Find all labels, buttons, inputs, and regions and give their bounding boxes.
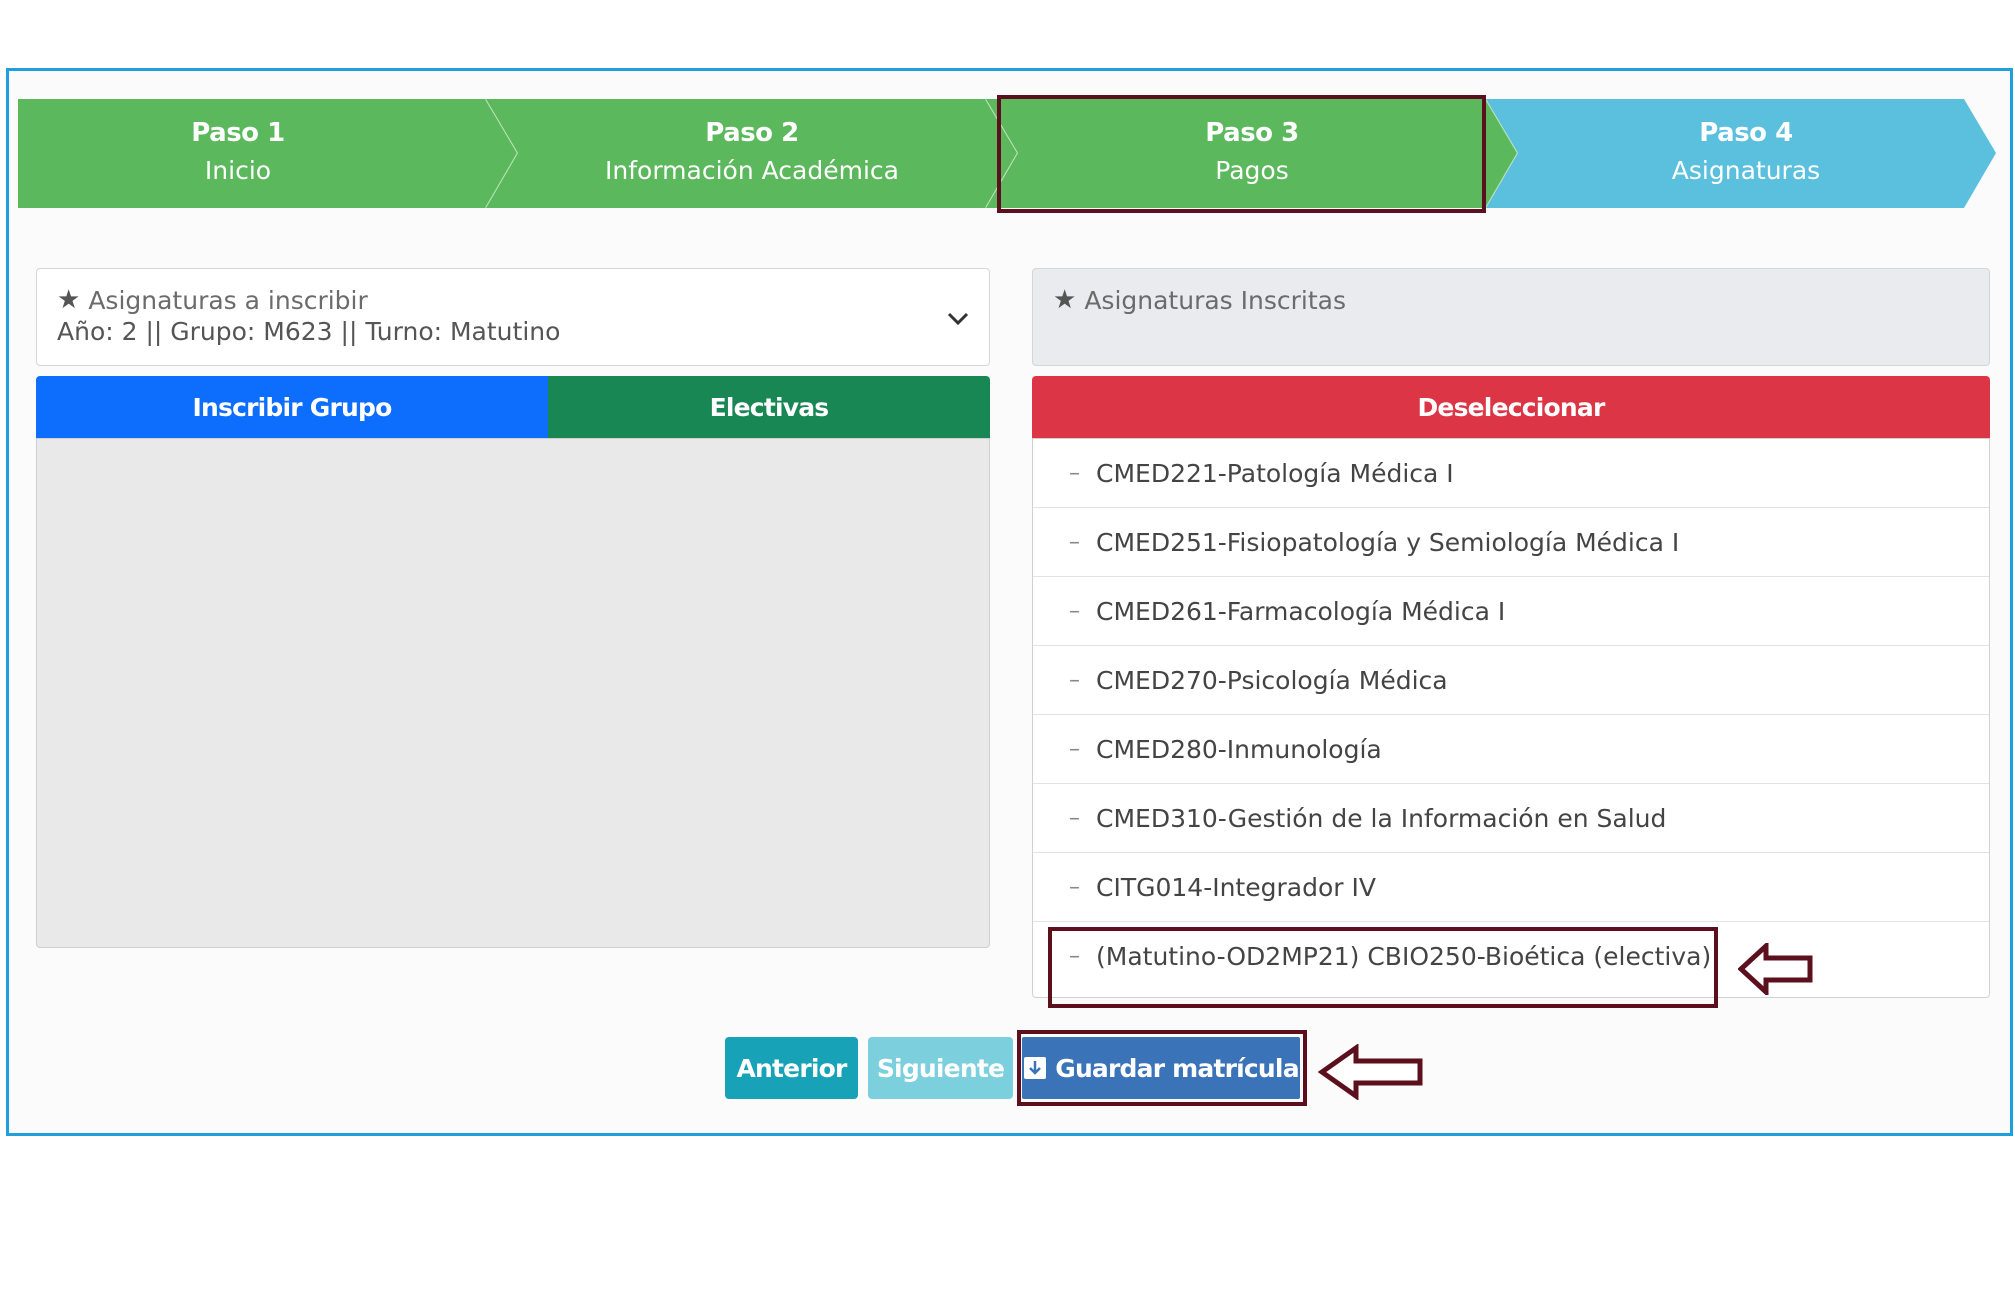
enrolled-subjects-list: – CMED221-Patología Médica I – CMED251-Fis… <box>1032 438 1990 998</box>
step-4[interactable]: Paso 4 Asignaturas <box>1486 99 2015 208</box>
asignaturas-a-inscribir-header[interactable]: ★ Asignaturas a inscribir Año: 2 || Grup… <box>36 268 990 366</box>
chevron-down-icon[interactable] <box>947 303 969 333</box>
panel-subtitle: Año: 2 || Grupo: M623 || Turno: Matutino <box>57 317 561 346</box>
step-subtitle: Asignaturas <box>1671 156 1821 185</box>
list-item[interactable]: – CMED280-Inmunología <box>1033 715 1989 784</box>
list-item[interactable]: – CMED270-Psicología Médica <box>1033 646 1989 715</box>
item-label: CMED261-Farmacología Médica I <box>1096 596 1506 626</box>
item-label: CMED251-Fisiopatología y Semiología Médi… <box>1096 527 1680 557</box>
step-2[interactable]: Paso 2 Información Académica <box>486 99 1018 208</box>
item-label: CMED270-Psicología Médica <box>1096 665 1448 695</box>
step-title: Paso 4 <box>1699 118 1793 148</box>
list-item[interactable]: – CMED251-Fisiopatología y Semiología Méd… <box>1033 508 1989 577</box>
step-subtitle: Inicio <box>204 156 272 185</box>
download-icon <box>1024 1057 1047 1079</box>
dash-icon: – <box>1069 529 1080 555</box>
item-label: CMED310-Gestión de la Información en Sal… <box>1096 803 1667 833</box>
dash-icon: – <box>1069 667 1080 693</box>
siguiente-button[interactable]: Siguiente <box>868 1037 1013 1099</box>
panel-title: Asignaturas a inscribir <box>88 285 368 315</box>
list-item-electiva[interactable]: – (Matutino-OD2MP21) CBIO250-Bioética (el… <box>1033 922 1989 991</box>
list-item[interactable]: – CITG014-Integrador IV <box>1033 853 1989 922</box>
list-item[interactable]: – CMED261-Farmacología Médica I <box>1033 577 1989 646</box>
item-label: CMED221-Patología Médica I <box>1096 458 1454 488</box>
step-3[interactable]: Paso 3 Pagos <box>986 99 1518 208</box>
step-subtitle: Información Académica <box>605 156 899 185</box>
guardar-label: Guardar matrícula <box>1055 1053 1299 1083</box>
asignaturas-inscritas-header: ★ Asignaturas Inscritas <box>1032 268 1990 366</box>
dash-icon: – <box>1069 805 1080 831</box>
deseleccionar-button[interactable]: Deseleccionar <box>1032 376 1990 438</box>
inscribir-grupo-button[interactable]: Inscribir Grupo <box>36 376 548 438</box>
dash-icon: – <box>1069 736 1080 762</box>
step-title: Paso 3 <box>1205 118 1299 148</box>
step-title: Paso 1 <box>191 118 285 148</box>
guardar-matricula-button[interactable]: Guardar matrícula <box>1022 1037 1300 1099</box>
electivas-button[interactable]: Electivas <box>548 376 990 438</box>
star-icon: ★ <box>57 285 81 315</box>
list-item[interactable]: – CMED221-Patología Médica I <box>1033 439 1989 508</box>
group-subjects-list <box>36 438 990 948</box>
list-item[interactable]: – CMED310-Gestión de la Información en Sa… <box>1033 784 1989 853</box>
step-1[interactable]: Paso 1 Inicio <box>18 99 518 208</box>
dash-icon: – <box>1069 598 1080 624</box>
step-title: Paso 2 <box>705 118 799 148</box>
step-subtitle: Pagos <box>1215 156 1289 185</box>
wizard-steps: Paso 1 Inicio Paso 2 Información Académi… <box>18 99 2008 208</box>
dash-icon: – <box>1069 944 1080 969</box>
item-label: (Matutino-OD2MP21) CBIO250-Bioética (ele… <box>1096 942 1712 971</box>
star-icon: ★ <box>1053 285 1077 315</box>
arrow-left-icon <box>1318 1044 1423 1100</box>
anterior-button[interactable]: Anterior <box>725 1037 858 1099</box>
dash-icon: – <box>1069 874 1080 900</box>
item-label: CITG014-Integrador IV <box>1096 872 1376 902</box>
arrow-left-icon <box>1738 943 1813 995</box>
panel-title: Asignaturas Inscritas <box>1084 285 1346 315</box>
item-label: CMED280-Inmunología <box>1096 734 1382 764</box>
dash-icon: – <box>1069 460 1080 486</box>
